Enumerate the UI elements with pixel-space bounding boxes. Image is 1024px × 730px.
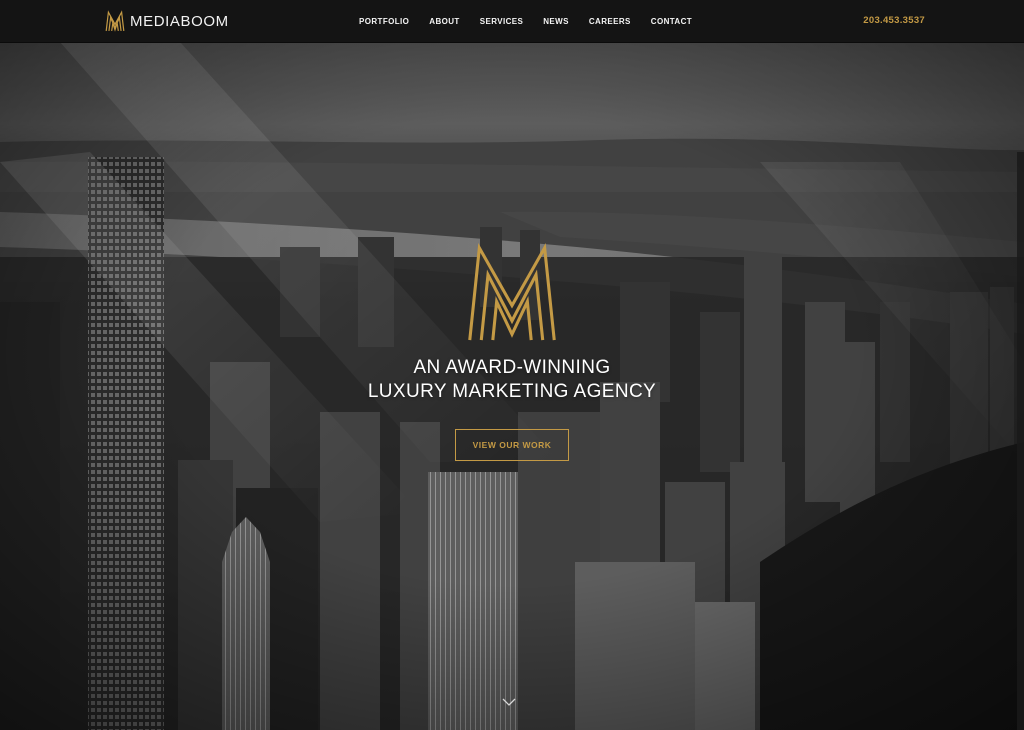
page: MEDIABOOM PORTFOLIO ABOUT SERVICES NEWS … [0,0,1024,730]
hero-section: AN AWARD-WINNING LUXURY MARKETING AGENCY… [0,42,1024,730]
chevron-down-icon[interactable] [502,697,516,707]
hero-content: AN AWARD-WINNING LUXURY MARKETING AGENCY… [0,242,1024,461]
nav-item-services[interactable]: SERVICES [480,17,524,26]
site-header: MEDIABOOM PORTFOLIO ABOUT SERVICES NEWS … [0,0,1024,43]
nav-item-contact[interactable]: CONTACT [651,17,692,26]
nav-item-news[interactable]: NEWS [543,17,569,26]
brand-logo-link[interactable]: MEDIABOOM [104,9,229,33]
main-nav: PORTFOLIO ABOUT SERVICES NEWS CAREERS CO… [359,0,712,42]
mediaboom-m-logo-icon [105,10,125,32]
hero-headline-line2: LUXURY MARKETING AGENCY [367,381,657,402]
view-our-work-button[interactable]: VIEW OUR WORK [454,429,570,461]
brand-name: MEDIABOOM [130,12,229,30]
nav-item-portfolio[interactable]: PORTFOLIO [359,17,409,26]
phone-link[interactable]: 203.453.3537 [863,15,925,26]
hero-headline-line1: AN AWARD-WINNING [413,357,611,378]
nav-item-careers[interactable]: CAREERS [589,17,631,26]
nav-item-about[interactable]: ABOUT [429,17,459,26]
mediaboom-m-logo-icon [468,242,556,341]
hero-headline: AN AWARD-WINNING LUXURY MARKETING AGENCY [0,356,1024,404]
